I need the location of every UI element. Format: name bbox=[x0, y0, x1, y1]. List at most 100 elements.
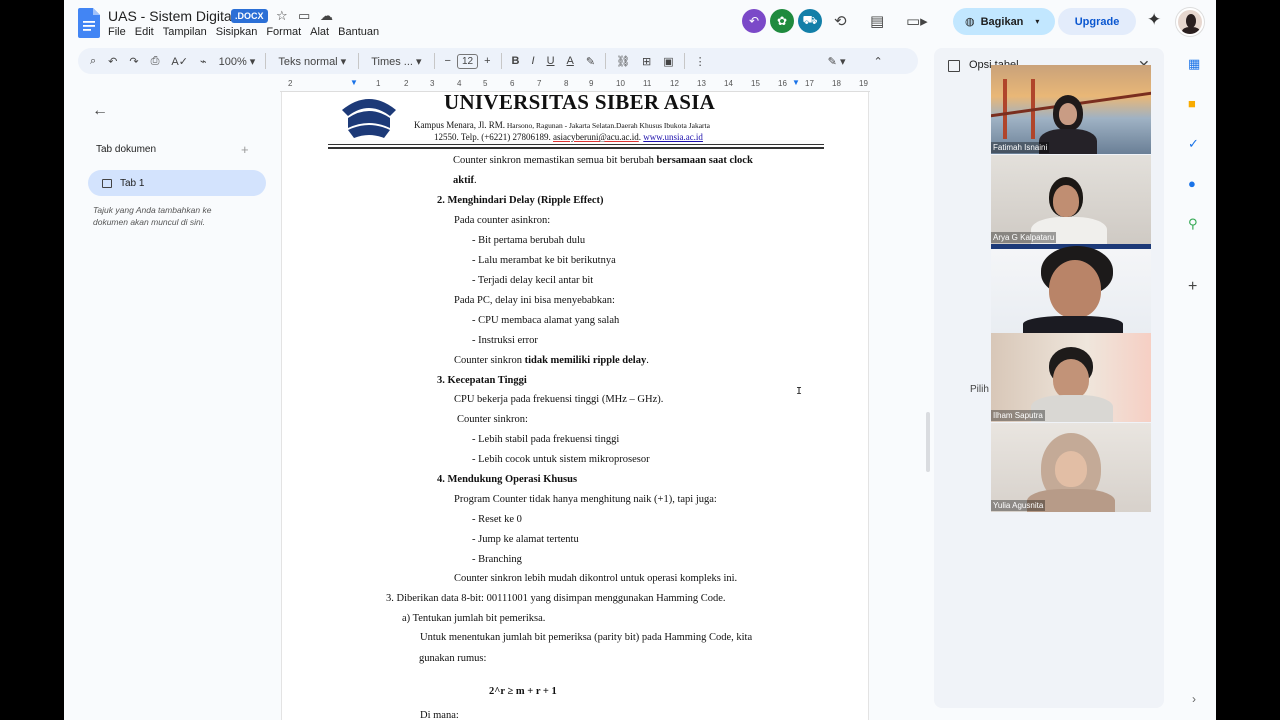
right-indent-marker-icon[interactable]: ▼ bbox=[792, 78, 800, 87]
paragraph-text: Pada counter asinkron: bbox=[454, 215, 551, 226]
calendar-icon[interactable]: ▦ bbox=[1188, 56, 1200, 72]
university-name: UNIVERSITAS SIBER ASIA bbox=[444, 90, 716, 114]
extension-green-icon[interactable]: ✿ bbox=[770, 9, 794, 33]
more-icon[interactable]: ⋮ bbox=[689, 55, 712, 68]
bold-icon[interactable]: B bbox=[506, 55, 526, 67]
spellcheck-icon[interactable]: A✓ bbox=[165, 55, 194, 68]
video-tile[interactable]: Ilham Saputra bbox=[991, 333, 1151, 422]
increase-font-icon[interactable]: + bbox=[478, 55, 496, 67]
editing-mode-icon[interactable]: ✎ ▾ bbox=[822, 55, 852, 68]
paragraph-text: aktif. bbox=[453, 175, 477, 186]
underline-icon[interactable]: U bbox=[541, 55, 561, 67]
video-tile[interactable]: Arya G Kalpataru bbox=[991, 155, 1151, 244]
video-tile[interactable]: Fatimah Isnaini bbox=[991, 65, 1151, 154]
letterhead-divider bbox=[328, 147, 824, 149]
maps-icon[interactable]: ⚲ bbox=[1188, 216, 1198, 232]
print-icon[interactable]: ⎙ bbox=[145, 55, 166, 68]
participant-name: Yulia Agusnita bbox=[991, 500, 1046, 511]
add-addon-icon[interactable]: + bbox=[1188, 278, 1197, 296]
menu-tools[interactable]: Alat bbox=[310, 26, 329, 38]
tabs-heading: Tab dokumen bbox=[96, 144, 157, 155]
search-icon[interactable]: ⌕ bbox=[84, 55, 102, 68]
font-select[interactable]: Times ... ▾ bbox=[363, 55, 429, 68]
upgrade-button[interactable]: Upgrade bbox=[1058, 8, 1136, 35]
zoom-select[interactable]: 100% ▾ bbox=[213, 55, 262, 68]
menu-help[interactable]: Bantuan bbox=[338, 26, 379, 38]
list-item: - Instruksi error bbox=[472, 335, 538, 346]
list-item: - Lebih stabil pada frekuensi tinggi bbox=[472, 434, 620, 445]
video-tile[interactable] bbox=[991, 244, 1151, 333]
list-item: - Terjadi delay kecil antar bit bbox=[472, 275, 594, 286]
comment-add-icon[interactable]: ⊞ bbox=[636, 55, 657, 68]
undo-icon[interactable]: ↶ bbox=[102, 55, 123, 68]
star-icon[interactable]: ☆ bbox=[276, 8, 288, 24]
tab-document-icon bbox=[102, 178, 112, 188]
section-heading: 2. Menghindari Delay (Ripple Effect) bbox=[437, 195, 604, 206]
list-item: - Lebih cocok untuk sistem mikroprosesor bbox=[472, 454, 650, 465]
comments-icon[interactable]: ▤ bbox=[870, 12, 884, 30]
gemini-icon[interactable]: ✦ bbox=[1147, 10, 1161, 30]
tab-1-label: Tab 1 bbox=[120, 177, 145, 189]
tasks-icon[interactable]: ✓ bbox=[1188, 136, 1199, 152]
document-page[interactable]: UNIVERSITAS SIBER ASIA Kampus Menara, Jl… bbox=[281, 90, 869, 720]
cloud-status-icon[interactable]: ☁ bbox=[320, 8, 333, 24]
keep-icon[interactable]: ■ bbox=[1188, 96, 1196, 111]
menu-insert[interactable]: Sisipkan bbox=[216, 26, 258, 38]
history-icon[interactable]: ⟲ bbox=[834, 12, 847, 30]
divider bbox=[683, 53, 685, 69]
italic-icon[interactable]: I bbox=[526, 55, 541, 67]
text-cursor-icon: I bbox=[796, 386, 803, 397]
back-arrow-icon[interactable]: ← bbox=[92, 102, 108, 120]
paint-format-icon[interactable]: ⌁ bbox=[194, 55, 213, 68]
panel-hint: Pilih bbox=[970, 384, 989, 395]
menu-edit[interactable]: Edit bbox=[135, 26, 154, 38]
account-avatar[interactable] bbox=[1176, 8, 1204, 36]
redo-icon[interactable]: ↷ bbox=[123, 55, 144, 68]
sub-question-text: a) Tentukan jumlah bit pemeriksa. bbox=[402, 613, 546, 624]
highlight-icon[interactable]: ✎ bbox=[580, 55, 601, 68]
chevron-down-icon: ▾ bbox=[1035, 17, 1040, 26]
divider bbox=[605, 53, 607, 69]
image-icon[interactable]: ▣ bbox=[657, 55, 679, 68]
list-item: - CPU membaca alamat yang salah bbox=[472, 315, 620, 326]
list-item: - Reset ke 0 bbox=[472, 514, 522, 525]
menu-bar: File Edit Tampilan Sisipkan Format Alat … bbox=[108, 26, 379, 38]
docs-logo-icon[interactable] bbox=[78, 8, 100, 38]
extension-purple-icon[interactable]: ↶ bbox=[742, 9, 766, 33]
list-item: - Branching bbox=[472, 554, 522, 565]
collapse-toolbar-icon[interactable]: ⌃ bbox=[867, 55, 888, 68]
move-folder-icon[interactable]: ▭ bbox=[298, 8, 310, 24]
indent-marker-icon[interactable]: ▼ bbox=[350, 78, 358, 87]
tab-1[interactable]: Tab 1 bbox=[88, 170, 266, 196]
style-select[interactable]: Teks normal ▾ bbox=[270, 55, 354, 68]
menu-file[interactable]: File bbox=[108, 26, 126, 38]
document-scrollbar[interactable] bbox=[926, 412, 930, 472]
divider bbox=[500, 53, 502, 69]
add-tab-icon[interactable]: + bbox=[241, 142, 249, 157]
video-tile[interactable]: Yulia Agusnita bbox=[991, 423, 1151, 512]
paragraph-text: Counter sinkron memastikan semua bit ber… bbox=[453, 155, 753, 166]
letterhead-contact: 12550. Telp. (+6221) 27806189. asiacyber… bbox=[434, 132, 703, 142]
share-button[interactable]: ◍ Bagikan ▾ bbox=[953, 8, 1055, 35]
menu-view[interactable]: Tampilan bbox=[163, 26, 207, 38]
website-link[interactable]: www.unsia.ac.id bbox=[643, 132, 703, 142]
document-title[interactable]: UAS - Sistem Digital bbox=[108, 8, 235, 24]
divider bbox=[433, 53, 435, 69]
docx-badge: .DOCX bbox=[231, 9, 268, 23]
meet-icon[interactable]: ▭▸ bbox=[906, 12, 928, 30]
extension-teal-icon[interactable]: ⛟ bbox=[798, 9, 822, 33]
menu-format[interactable]: Format bbox=[266, 26, 301, 38]
contacts-icon[interactable]: ● bbox=[1188, 176, 1196, 191]
link-icon[interactable]: ⛓ bbox=[610, 55, 636, 68]
paragraph-text: Counter sinkron: bbox=[457, 414, 528, 425]
section-heading: 3. Kecepatan Tinggi bbox=[437, 375, 527, 386]
text-color-icon[interactable]: A bbox=[561, 55, 580, 67]
font-size-input[interactable]: 12 bbox=[456, 53, 479, 69]
formatting-toolbar: ⌕ ↶ ↷ ⎙ A✓ ⌁ 100% ▾ Teks normal ▾ Times … bbox=[78, 48, 918, 74]
share-label: Bagikan bbox=[980, 15, 1024, 28]
decrease-font-icon[interactable]: − bbox=[439, 55, 457, 67]
participant-name: Fatimah Isnaini bbox=[991, 142, 1050, 153]
paragraph-text: Untuk menentukan jumlah bit pemeriksa (p… bbox=[420, 632, 753, 643]
divider bbox=[358, 53, 360, 69]
participant-name: Arya G Kalpataru bbox=[991, 232, 1057, 243]
